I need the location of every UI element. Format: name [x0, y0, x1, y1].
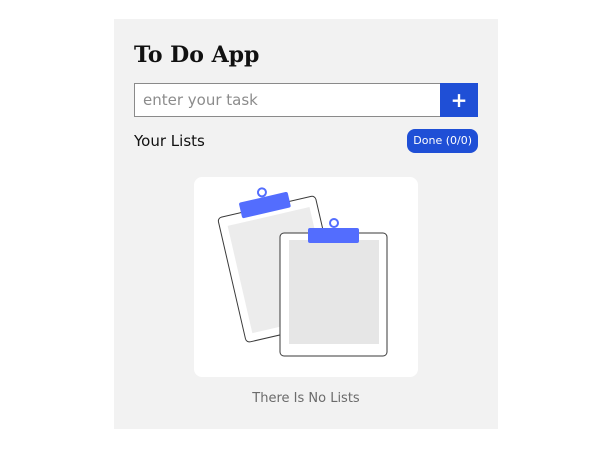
empty-state-illustration [194, 177, 418, 377]
done-count-badge[interactable]: Done (0/0) [407, 129, 478, 153]
app-title: To Do App [134, 42, 260, 68]
empty-state-message: There Is No Lists [252, 391, 360, 406]
task-input[interactable] [134, 83, 440, 117]
todo-card: To Do App + Your Lists Done (0/0) There … [114, 19, 498, 429]
your-lists-heading: Your Lists [134, 132, 205, 150]
add-task-button[interactable]: + [440, 83, 478, 117]
task-input-row: + [134, 83, 478, 117]
clipboards-icon [217, 187, 388, 357]
